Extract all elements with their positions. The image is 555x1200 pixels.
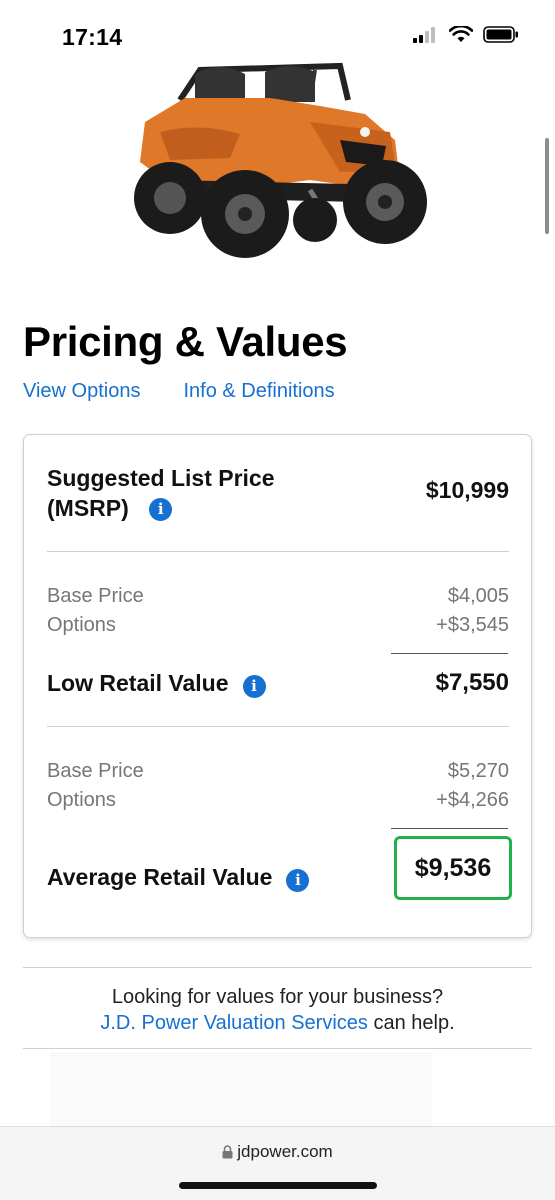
lock-icon xyxy=(222,1145,233,1159)
cellular-signal-icon xyxy=(413,26,435,43)
pricing-card: Suggested List Price (MSRP) i $10,999 Ba… xyxy=(23,434,532,938)
low-options-row: Options +$3,545 xyxy=(47,614,509,637)
avg-base-price-value: $5,270 xyxy=(447,760,509,782)
section-links: View Options Info & Definitions xyxy=(23,380,335,403)
business-callout-line1: Looking for values for your business? xyxy=(111,986,444,1008)
page-scrollbar[interactable] xyxy=(545,138,549,234)
low-retail-info-icon[interactable]: i xyxy=(242,675,266,699)
avg-retail-label: Average Retail Value xyxy=(47,864,273,890)
msrp-label-line2: (MSRP) xyxy=(47,495,129,521)
low-base-price-label: Base Price xyxy=(47,585,144,607)
info-definitions-link[interactable]: Info & Definitions xyxy=(183,380,334,403)
low-base-price-row: Base Price $4,005 xyxy=(47,585,509,608)
wifi-icon xyxy=(449,26,473,42)
avg-retail-value-highlight: $9,536 xyxy=(394,836,512,900)
avg-retail-info-icon[interactable]: i xyxy=(286,869,310,893)
low-retail-label: Low Retail Value xyxy=(47,670,229,696)
avg-base-price-row: Base Price $5,270 xyxy=(47,760,509,783)
avg-base-price-label: Base Price xyxy=(47,760,144,782)
subtotal-line xyxy=(391,828,508,829)
msrp-label: Suggested List Price (MSRP) i xyxy=(47,463,307,523)
vehicle-image xyxy=(134,62,427,258)
view-options-link[interactable]: View Options xyxy=(23,380,140,403)
url-text: jdpower.com xyxy=(237,1142,333,1161)
divider xyxy=(47,551,509,552)
business-callout-line2: J.D. Power Valuation Services can help. xyxy=(0,1010,555,1036)
avg-options-label: Options xyxy=(47,789,116,811)
home-indicator[interactable] xyxy=(179,1182,377,1189)
divider xyxy=(47,726,509,727)
battery-icon xyxy=(483,26,518,43)
status-icons xyxy=(413,26,519,43)
low-base-price-value: $4,005 xyxy=(447,585,509,607)
status-bar: 17:14 xyxy=(0,0,555,62)
msrp-row: Suggested List Price (MSRP) i $10,999 xyxy=(47,463,509,523)
business-callout: Looking for values for your business? J.… xyxy=(0,984,555,1036)
divider xyxy=(23,967,532,968)
valuation-services-link[interactable]: J.D. Power Valuation Services xyxy=(100,1012,368,1034)
low-retail-row: Low Retail Value i $7,550 xyxy=(47,663,509,703)
ad-placeholder xyxy=(50,1052,432,1126)
divider xyxy=(23,1048,532,1049)
avg-options-row: Options +$4,266 xyxy=(47,789,509,812)
msrp-label-line1: Suggested List Price xyxy=(47,465,275,491)
avg-options-value: +$4,266 xyxy=(436,789,509,811)
subtotal-line xyxy=(391,653,508,654)
avg-retail-row: Average Retail Value i $9,536 xyxy=(47,836,512,900)
low-retail-value: $7,550 xyxy=(435,669,509,696)
msrp-info-icon[interactable]: i xyxy=(149,498,173,522)
low-options-label: Options xyxy=(47,614,116,636)
url-display[interactable]: jdpower.com xyxy=(0,1142,555,1162)
msrp-value: $10,999 xyxy=(425,477,509,503)
browser-address-bar[interactable]: jdpower.com xyxy=(0,1126,555,1200)
business-callout-suffix: can help. xyxy=(367,1012,455,1034)
page-title: Pricing & Values xyxy=(23,318,348,365)
low-options-value: +$3,545 xyxy=(436,614,509,636)
avg-retail-value: $9,536 xyxy=(414,853,492,882)
status-time: 17:14 xyxy=(62,24,123,50)
